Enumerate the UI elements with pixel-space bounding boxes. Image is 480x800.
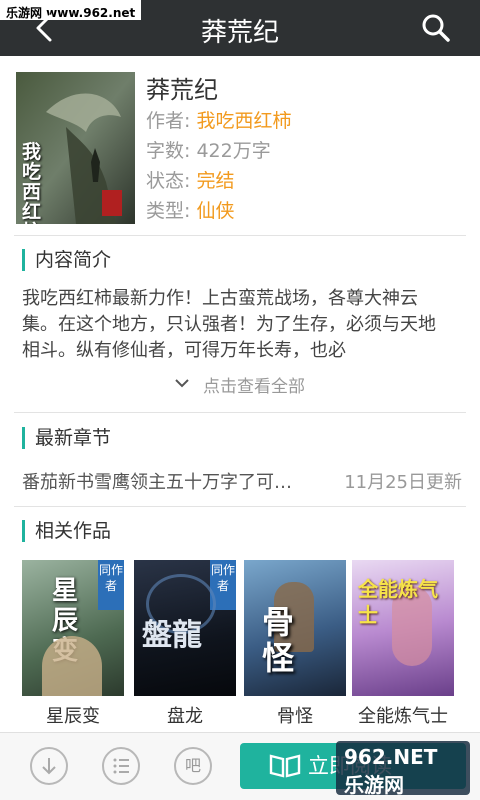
same-author-badge: 同作者	[98, 560, 124, 610]
related-book-cover: 同作者 盤龍	[134, 560, 236, 696]
author-label: 作者:	[146, 110, 191, 132]
status-label: 状态:	[146, 170, 191, 192]
related-section-title: 相关作品	[22, 520, 111, 542]
list-icon	[113, 758, 129, 774]
words-row: 字数: 422万字	[146, 136, 271, 163]
status-value: 完结	[196, 170, 235, 192]
watermark-bottom-text: 962.NET 乐游网	[344, 745, 438, 797]
words-value: 422万字	[196, 140, 271, 162]
show-more-button[interactable]: 点击查看全部	[0, 372, 480, 397]
type-row: 类型: 仙侠	[146, 196, 234, 223]
related-book-cover: 全能炼气士	[352, 560, 454, 696]
search-icon[interactable]	[420, 12, 452, 44]
divider	[14, 412, 466, 413]
related-book[interactable]: 同作者 星辰变 星辰变	[22, 560, 124, 728]
title-bar: 乐游网 www.962.net 莽荒纪	[0, 0, 480, 56]
latest-chapter-row[interactable]: 番茄新书雪鹰领主五十万字了可… 11月25日更新	[22, 468, 462, 494]
related-book-name: 盘龙	[167, 706, 203, 727]
download-button[interactable]	[30, 747, 68, 785]
related-book[interactable]: 同作者 盤龍 盘龙	[134, 560, 236, 728]
catalog-button[interactable]	[102, 747, 140, 785]
status-row: 状态: 完结	[146, 166, 234, 193]
related-works: 同作者 星辰变 星辰变 同作者 盤龍 盘龙 骨怪 骨怪 全能炼气士 全能炼气士	[22, 560, 462, 730]
latest-chapter-date: 11月25日更新	[344, 472, 462, 493]
related-cover-title: 骨怪	[262, 603, 295, 677]
related-book[interactable]: 全能炼气士 全能炼气士	[352, 560, 454, 728]
related-book-cover: 同作者 星辰变	[22, 560, 124, 696]
bottom-bar: 吧 立即阅读 962.NET 乐游网	[0, 732, 480, 800]
intro-text: 我吃西红柿最新力作！上古蛮荒战场，各尊大神云集。在这个地方，只认强者！为了生存，…	[22, 288, 436, 361]
related-cover-title: 盤龍	[142, 618, 202, 653]
cover-author-text: 我吃西红柿	[22, 141, 42, 224]
related-cover-title: 全能炼气士	[358, 577, 438, 627]
intro-section-title: 内容简介	[22, 249, 111, 271]
latest-section-title: 最新章节	[22, 427, 111, 449]
words-label: 字数:	[146, 140, 191, 162]
related-book-name: 全能炼气士	[358, 706, 448, 727]
author-link[interactable]: 我吃西红柿	[196, 110, 291, 132]
forum-button[interactable]: 吧	[174, 747, 212, 785]
related-book-name: 星辰变	[46, 706, 100, 727]
show-more-label: 点击查看全部	[203, 377, 305, 397]
chevron-down-icon	[175, 379, 189, 388]
divider	[14, 506, 466, 507]
related-book-cover: 骨怪	[244, 560, 346, 696]
book-cover[interactable]: 我吃西红柿	[16, 72, 135, 224]
divider	[14, 235, 466, 236]
page-title: 莽荒纪	[200, 18, 279, 48]
book-title: 莽荒纪	[146, 76, 218, 104]
related-book[interactable]: 骨怪 骨怪	[244, 560, 346, 728]
download-icon	[42, 758, 56, 775]
type-link[interactable]: 仙侠	[196, 200, 234, 222]
forum-icon-label: 吧	[184, 756, 201, 775]
type-label: 类型:	[146, 200, 191, 222]
latest-chapter-title: 番茄新书雪鹰领主五十万字了可…	[22, 472, 292, 493]
book-open-icon	[269, 754, 301, 778]
book-info: 我吃西红柿 莽荒纪 作者: 我吃西红柿 字数: 422万字 状态: 完结 类型:…	[14, 70, 466, 226]
related-book-name: 骨怪	[277, 706, 313, 727]
author-row: 作者: 我吃西红柿	[146, 106, 291, 133]
watermark-logo: 962.NET 乐游网	[336, 741, 470, 797]
